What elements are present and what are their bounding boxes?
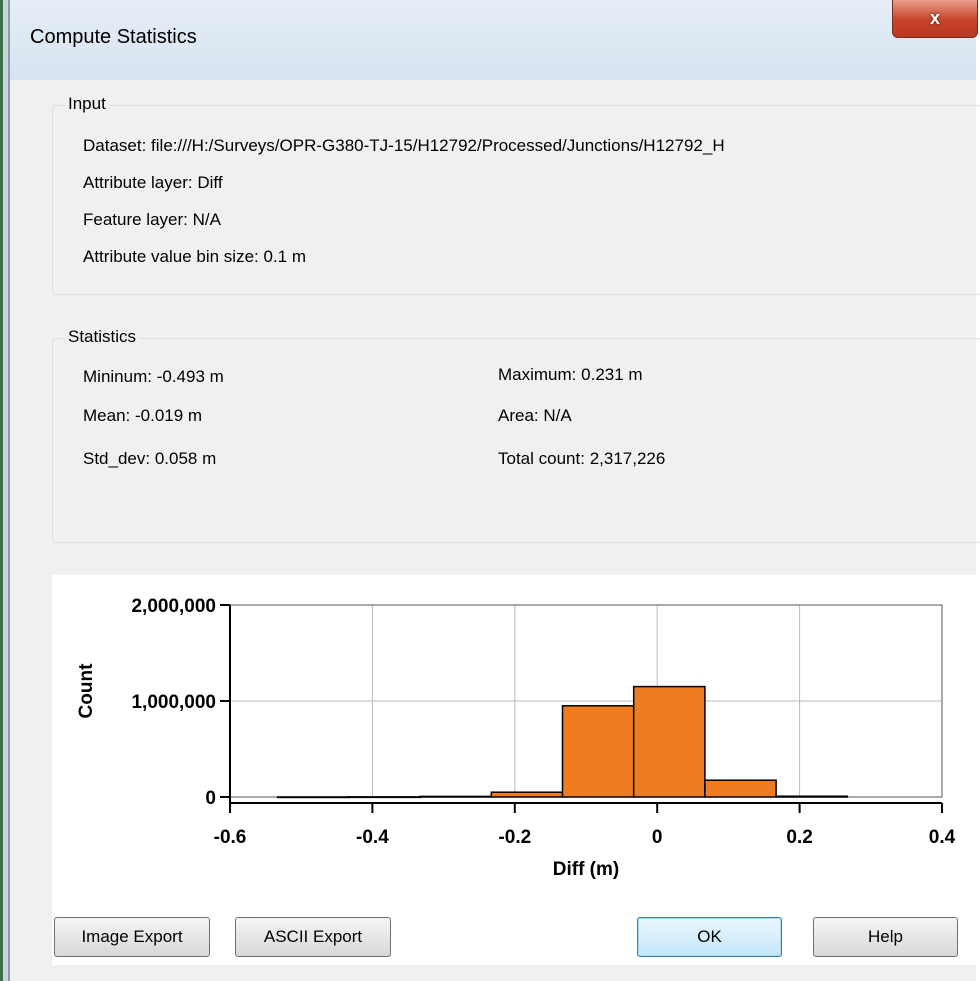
area-row: Area: N/A <box>498 406 572 426</box>
feature-layer-row: Feature layer: N/A <box>83 210 221 230</box>
close-button[interactable]: x <box>892 0 978 38</box>
y-tick-label: 1,000,000 <box>131 692 216 713</box>
histogram-bar <box>419 795 493 798</box>
close-icon: x <box>929 8 940 28</box>
attribute-layer-value: Diff <box>197 173 223 192</box>
maximum-row: Maximum: 0.231 m <box>498 365 643 385</box>
image-export-label: Image Export <box>81 927 183 946</box>
y-axis-title: Count <box>76 663 97 719</box>
image-export-button[interactable]: Image Export <box>54 917 210 957</box>
y-tick-label: 0 <box>205 788 216 809</box>
ok-label: OK <box>697 927 722 946</box>
histogram-bar <box>490 791 564 798</box>
bin-size-label: Attribute value bin size: <box>83 247 259 266</box>
x-tick-label: 0.4 <box>929 827 956 848</box>
ascii-export-button[interactable]: ASCII Export <box>235 917 391 957</box>
area-value: N/A <box>543 406 572 425</box>
help-label: Help <box>868 927 903 946</box>
histogram-bar <box>348 796 421 799</box>
x-tick-label: -0.6 <box>214 827 247 848</box>
dialog-content: Input Dataset: file:///H:/Surveys/OPR-G3… <box>10 80 980 981</box>
x-axis-title: Diff (m) <box>553 859 619 880</box>
compute-statistics-dialog: Compute Statistics x Input Dataset: file… <box>8 0 980 981</box>
ascii-export-label: ASCII Export <box>263 927 363 946</box>
minimum-label: Mininum: <box>83 367 152 386</box>
std-dev-value: 0.058 m <box>154 449 217 468</box>
feature-layer-value: N/A <box>192 210 221 229</box>
y-tick-label: 2,000,000 <box>131 596 216 617</box>
histogram-panel: 0 1,000,000 2,000,000 -0.6 -0.4 -0.2 0 0.2 0.4 Di… <box>52 575 980 965</box>
histogram-bar <box>276 796 350 799</box>
mean-value: -0.019 m <box>134 406 203 425</box>
x-tick-label: 0 <box>652 827 663 848</box>
feature-layer-label: Feature layer: <box>83 210 188 229</box>
attribute-layer-row: Attribute layer: Diff <box>83 173 223 193</box>
dataset-label: Dataset: <box>83 136 147 155</box>
minimum-row: Mininum: -0.493 m <box>83 367 224 387</box>
mean-label: Mean: <box>83 406 131 425</box>
bin-size-value: 0.1 m <box>263 247 307 266</box>
minimum-value: -0.493 m <box>156 367 224 386</box>
dataset-value: file:///H:/Surveys/OPR-G380-TJ-15/H12792… <box>151 136 725 155</box>
attribute-layer-label: Attribute layer: <box>83 173 193 192</box>
histogram-bar <box>632 685 706 798</box>
dataset-row: Dataset: file:///H:/Surveys/OPR-G380-TJ-… <box>83 136 725 156</box>
bin-size-row: Attribute value bin size: 0.1 m <box>83 247 306 267</box>
std-dev-label: Std_dev: <box>83 449 151 468</box>
statistics-group-label: Statistics <box>65 327 140 347</box>
dialog-title: Compute Statistics <box>30 26 197 48</box>
total-count-row: Total count: 2,317,226 <box>498 449 665 469</box>
histogram-bar <box>561 705 635 798</box>
x-tick-label: 0.2 <box>786 827 812 848</box>
histogram-bar <box>775 795 849 798</box>
x-tick-label: -0.2 <box>498 827 531 848</box>
statistics-group: Statistics Mininum: -0.493 m Mean: -0.01… <box>52 327 980 543</box>
title-bar[interactable]: Compute Statistics x <box>10 0 978 81</box>
area-label: Area: <box>498 406 539 425</box>
help-button[interactable]: Help <box>813 917 958 957</box>
input-group-label: Input <box>65 94 109 114</box>
histogram-bar <box>704 779 777 798</box>
ok-button[interactable]: OK <box>637 917 782 957</box>
mean-row: Mean: -0.019 m <box>83 406 202 426</box>
total-count-label: Total count: <box>498 449 585 468</box>
maximum-value: 0.231 m <box>581 365 643 384</box>
x-tick-label: -0.4 <box>356 827 389 848</box>
histogram-chart: 0 1,000,000 2,000,000 -0.6 -0.4 -0.2 0 0.2 0.4 Di… <box>76 596 956 880</box>
total-count-value: 2,317,226 <box>589 449 666 468</box>
maximum-label: Maximum: <box>498 365 577 384</box>
input-group: Input Dataset: file:///H:/Surveys/OPR-G3… <box>52 94 980 295</box>
std-dev-row: Std_dev: 0.058 m <box>83 449 216 469</box>
